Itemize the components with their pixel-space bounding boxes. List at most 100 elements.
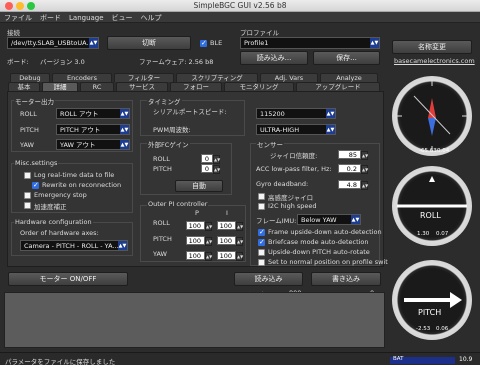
pi-yaw-p-input[interactable]: 100 ▲▼	[186, 251, 212, 261]
frame-imu-select[interactable]: Below YAW ▲▼	[297, 214, 361, 225]
stepper-arrows-icon[interactable]: ▲▼	[236, 237, 243, 246]
status-bar: パラメータをファイルに保存しました BAT 10.9	[0, 352, 480, 365]
pitch-angle: -2.53	[416, 326, 431, 332]
port-select[interactable]: /dev/tty.SLAB_USBtoUA... ▲▼	[7, 37, 99, 49]
menu-board[interactable]: ボード	[36, 12, 65, 24]
menu-view[interactable]: ビュー	[108, 12, 137, 24]
ext-fc-roll-value: 0	[204, 155, 209, 163]
pi-yaw-i-value: 100	[219, 252, 232, 260]
pitch-output-value: PITCH アウト	[60, 126, 101, 134]
pitch-output-select[interactable]: PITCH アウト ▲▼	[56, 124, 130, 135]
rewrite-checkbox[interactable]	[32, 181, 39, 189]
acc-lpf-value: 0.2	[346, 165, 357, 173]
tab-advanced[interactable]: 詳細	[42, 82, 78, 91]
profile-select[interactable]: Profile1 ▲▼	[240, 37, 380, 49]
stepper-arrows-icon[interactable]: ▲▼	[205, 237, 212, 246]
read-button[interactable]: 読み込み	[234, 272, 303, 286]
tab-rc[interactable]: RC	[80, 82, 114, 91]
frame-upside-down-checkbox[interactable]	[258, 228, 265, 236]
stepper-arrows-icon[interactable]: ▲▼	[213, 155, 220, 164]
board-label: ボード:	[7, 58, 29, 66]
roll-output-select[interactable]: ROLL アウト ▲▼	[56, 108, 130, 119]
load-profile-button[interactable]: 読み込み...	[240, 51, 308, 65]
disconnect-button[interactable]: 切断	[107, 36, 191, 50]
serial-speed-select[interactable]: 115200 ▲▼	[256, 108, 336, 119]
tab-upgrade[interactable]: アップグレード	[296, 82, 380, 91]
tab-adj-vars[interactable]: Adj. Vars	[260, 73, 318, 82]
yaw-output-value: YAW アウト	[60, 141, 96, 149]
battery-label: BAT	[393, 356, 404, 362]
timing-heading: タイミング	[147, 96, 182, 106]
pitch-gauge: PITCH -2.53 0.06	[392, 260, 472, 340]
tab-scripting[interactable]: スクリプティング	[176, 73, 258, 82]
gyro-deadband-input[interactable]: 4.8 ▲▼	[338, 180, 368, 190]
pi-pitch-i-input[interactable]: 100 ▲▼	[217, 236, 243, 246]
stepper-arrows-icon[interactable]: ▲▼	[236, 222, 243, 231]
website-link[interactable]: basecamelectronics.com	[394, 57, 475, 65]
stepper-arrows-icon[interactable]: ▲▼	[361, 165, 368, 174]
tab-service[interactable]: サービス	[116, 82, 168, 91]
pi-pitch-label: PITCH	[153, 235, 172, 243]
roll-rate: 0.07	[436, 231, 449, 237]
pi-roll-i-input[interactable]: 100 ▲▼	[217, 221, 243, 231]
tab-basic[interactable]: 基本	[8, 82, 40, 91]
pi-pitch-i-value: 100	[219, 237, 232, 245]
acc-lpf-input[interactable]: 0.2 ▲▼	[338, 164, 368, 174]
ble-checkbox[interactable]	[200, 39, 207, 47]
stepper-arrows-icon[interactable]: ▲▼	[205, 222, 212, 231]
tab-analyze[interactable]: Analyze	[320, 73, 378, 82]
stepper-arrows-icon[interactable]: ▲▼	[213, 165, 220, 174]
rename-profile-button[interactable]: 名称変更	[392, 40, 472, 54]
roll-output-value: ROLL アウト	[60, 110, 99, 118]
tab-filters[interactable]: フィルター	[114, 73, 174, 82]
yaw-gauge: -65.63 0.04	[392, 76, 472, 156]
yaw-output-select[interactable]: YAW アウト ▲▼	[56, 139, 130, 150]
gyro-trust-input[interactable]: 85 ▲▼	[338, 150, 368, 160]
hardware-config-heading: Hardware configuration	[14, 218, 93, 226]
ext-fc-roll-input[interactable]: 0 ▲▼	[201, 154, 220, 164]
briefcase-checkbox[interactable]	[258, 238, 265, 246]
tab-monitoring[interactable]: モニタリング	[224, 82, 294, 91]
axes-order-select[interactable]: Camera - PITCH - ROLL - YA... ▲▼	[20, 240, 128, 251]
stepper-arrows-icon[interactable]: ▲▼	[236, 252, 243, 261]
ext-fc-pitch-input[interactable]: 0 ▲▼	[201, 164, 220, 174]
tab-debug[interactable]: Debug	[10, 73, 50, 82]
save-profile-button[interactable]: 保存...	[313, 51, 380, 65]
accel-correction-checkbox[interactable]	[24, 202, 31, 209]
tab-encoders[interactable]: Encoders	[52, 73, 112, 82]
auto-gain-button[interactable]: 自動	[175, 180, 223, 192]
ext-fc-pitch-value: 0	[204, 165, 209, 173]
briefcase-label: Briefcase mode auto-detection	[268, 238, 369, 246]
frame-imu-label: フレームIMU:	[256, 217, 297, 225]
set-normal-checkbox[interactable]	[258, 259, 265, 266]
chevron-down-icon: ▲▼	[326, 125, 335, 134]
stepper-arrows-icon[interactable]: ▲▼	[361, 151, 368, 160]
motor-toggle-button[interactable]: モーター ON/OFF	[8, 272, 128, 286]
i2c-high-speed-checkbox[interactable]	[258, 203, 265, 210]
pwm-freq-label: PWM周波数:	[153, 126, 191, 134]
connection-heading: 接続	[7, 29, 20, 37]
pi-yaw-i-input[interactable]: 100 ▲▼	[217, 251, 243, 261]
pi-roll-p-input[interactable]: 100 ▲▼	[186, 221, 212, 231]
status-message: パラメータをファイルに保存しました	[5, 358, 116, 365]
upside-pitch-checkbox[interactable]	[258, 249, 265, 256]
menu-language[interactable]: Language	[65, 13, 108, 23]
log-data-checkbox[interactable]	[24, 172, 31, 179]
misc-settings-heading: Misc.settings	[14, 159, 59, 167]
log-data-label: Log real-time data to file	[34, 171, 115, 179]
stepper-arrows-icon[interactable]: ▲▼	[361, 181, 368, 190]
roll-label: ROLL	[20, 110, 37, 118]
menu-file[interactable]: ファイル	[0, 12, 36, 24]
pi-pitch-p-input[interactable]: 100 ▲▼	[186, 236, 212, 246]
emergency-stop-checkbox[interactable]	[24, 192, 31, 199]
stepper-arrows-icon[interactable]: ▲▼	[205, 252, 212, 261]
write-button[interactable]: 書き込み	[311, 272, 381, 286]
tab-follow[interactable]: フォロー	[170, 82, 222, 91]
pitch-label: PITCH	[20, 126, 39, 134]
pi-roll-i-value: 100	[219, 222, 232, 230]
hp-gyro-checkbox[interactable]	[258, 193, 265, 200]
log-area[interactable]	[4, 292, 385, 348]
acc-lpf-label: ACC low-pass filter, Hz:	[256, 165, 332, 173]
pwm-freq-select[interactable]: ULTRA-HIGH ▲▼	[256, 124, 336, 135]
menu-help[interactable]: ヘルプ	[137, 12, 166, 24]
